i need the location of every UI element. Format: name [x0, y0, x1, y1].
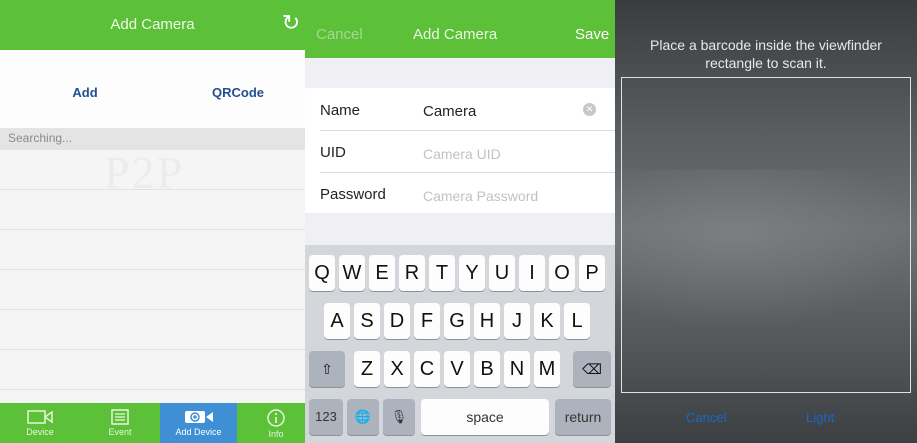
- nav-title: Add Camera: [413, 26, 498, 43]
- refresh-icon[interactable]: ↻: [279, 9, 303, 37]
- divider: [320, 130, 615, 131]
- key-w[interactable]: W: [339, 255, 365, 291]
- key-u[interactable]: U: [489, 255, 515, 291]
- backspace-key[interactable]: ⌫: [573, 351, 611, 387]
- list-row: [0, 350, 305, 390]
- key-a[interactable]: A: [324, 303, 350, 339]
- key-c[interactable]: C: [414, 351, 440, 387]
- divider: [320, 172, 615, 173]
- nav-bar: Add Camera ↻: [0, 0, 305, 50]
- key-m[interactable]: M: [534, 351, 560, 387]
- numbers-key[interactable]: 123: [309, 399, 343, 435]
- viewfinder-rectangle: [621, 77, 911, 393]
- globe-icon[interactable]: 🌐: [347, 399, 379, 435]
- microphone-icon[interactable]: 🎙: [383, 399, 415, 435]
- key-h[interactable]: H: [474, 303, 500, 339]
- key-y[interactable]: Y: [459, 255, 485, 291]
- nav-bar: Cancel Add Camera Save: [305, 0, 615, 58]
- barcode-scanner-screen: Place a barcode inside the viewfinder re…: [615, 0, 917, 443]
- key-l[interactable]: L: [564, 303, 590, 339]
- return-key[interactable]: return: [555, 399, 611, 435]
- tab-qrcode[interactable]: QRCode: [198, 85, 278, 100]
- clear-field-icon[interactable]: ✕: [583, 103, 596, 116]
- uid-field-row[interactable]: UID Camera UID: [305, 132, 615, 172]
- key-t[interactable]: T: [429, 255, 455, 291]
- scanner-cancel-button[interactable]: Cancel: [686, 410, 726, 425]
- tab-event-label: Event: [108, 427, 132, 437]
- key-z[interactable]: Z: [354, 351, 380, 387]
- camera-icon: [27, 410, 53, 424]
- uid-label: UID: [320, 144, 346, 161]
- key-e[interactable]: E: [369, 255, 395, 291]
- name-label: Name: [320, 102, 361, 119]
- shift-key[interactable]: ⇧: [309, 351, 345, 387]
- tab-info-label: Info: [268, 429, 284, 439]
- list-row: [0, 310, 305, 350]
- tab-add-device-label: Add Device: [175, 427, 222, 437]
- list-icon: [111, 409, 129, 425]
- search-status: Searching...: [8, 131, 73, 145]
- key-j[interactable]: J: [504, 303, 530, 339]
- cancel-button[interactable]: Cancel: [316, 26, 363, 43]
- key-b[interactable]: B: [474, 351, 500, 387]
- space-key[interactable]: space: [421, 399, 549, 435]
- tab-device-label: Device: [26, 427, 54, 437]
- info-icon: [267, 409, 285, 427]
- key-p[interactable]: P: [579, 255, 605, 291]
- list-row: [0, 270, 305, 310]
- key-g[interactable]: G: [444, 303, 470, 339]
- scan-instruction: Place a barcode inside the viewfinder re…: [650, 37, 882, 71]
- keyboard: Q W E R T Y U I O P A S D F G H J K L ⇧ …: [305, 245, 615, 443]
- key-s[interactable]: S: [354, 303, 380, 339]
- tab-device[interactable]: Device: [18, 403, 62, 443]
- tab-add-device[interactable]: Add Device: [160, 403, 237, 443]
- name-field[interactable]: Camera: [423, 103, 476, 120]
- password-field-row[interactable]: Password Camera Password: [305, 174, 615, 214]
- key-v[interactable]: V: [444, 351, 470, 387]
- key-d[interactable]: D: [384, 303, 410, 339]
- add-camera-form-screen: Cancel Add Camera Save Name Camera UID C…: [305, 0, 615, 443]
- key-x[interactable]: X: [384, 351, 410, 387]
- key-f[interactable]: F: [414, 303, 440, 339]
- password-field[interactable]: Camera Password: [423, 188, 538, 204]
- list-row: [0, 230, 305, 270]
- key-k[interactable]: K: [534, 303, 560, 339]
- tab-event[interactable]: Event: [98, 403, 142, 443]
- password-label: Password: [320, 186, 386, 203]
- nav-title: Add Camera: [110, 16, 195, 33]
- name-field-row[interactable]: Name Camera: [305, 90, 615, 130]
- key-q[interactable]: Q: [309, 255, 335, 291]
- key-r[interactable]: R: [399, 255, 425, 291]
- light-button[interactable]: Light: [806, 410, 834, 425]
- save-button[interactable]: Save: [575, 26, 609, 43]
- tab-add[interactable]: Add: [50, 85, 120, 100]
- tab-bar: Device Event Add Device Info: [0, 403, 305, 443]
- tab-info[interactable]: Info: [256, 403, 296, 443]
- key-o[interactable]: O: [549, 255, 575, 291]
- key-i[interactable]: I: [519, 255, 545, 291]
- list-row: [0, 190, 305, 230]
- list-row: [0, 150, 305, 190]
- add-device-icon: [184, 411, 213, 423]
- camera-form: Name Camera UID Camera UID Password Came…: [305, 88, 615, 213]
- add-camera-device-list-screen: Add Camera ↻ Add QRCode Searching... P2P…: [0, 0, 305, 443]
- key-n[interactable]: N: [504, 351, 530, 387]
- uid-field[interactable]: Camera UID: [423, 146, 501, 162]
